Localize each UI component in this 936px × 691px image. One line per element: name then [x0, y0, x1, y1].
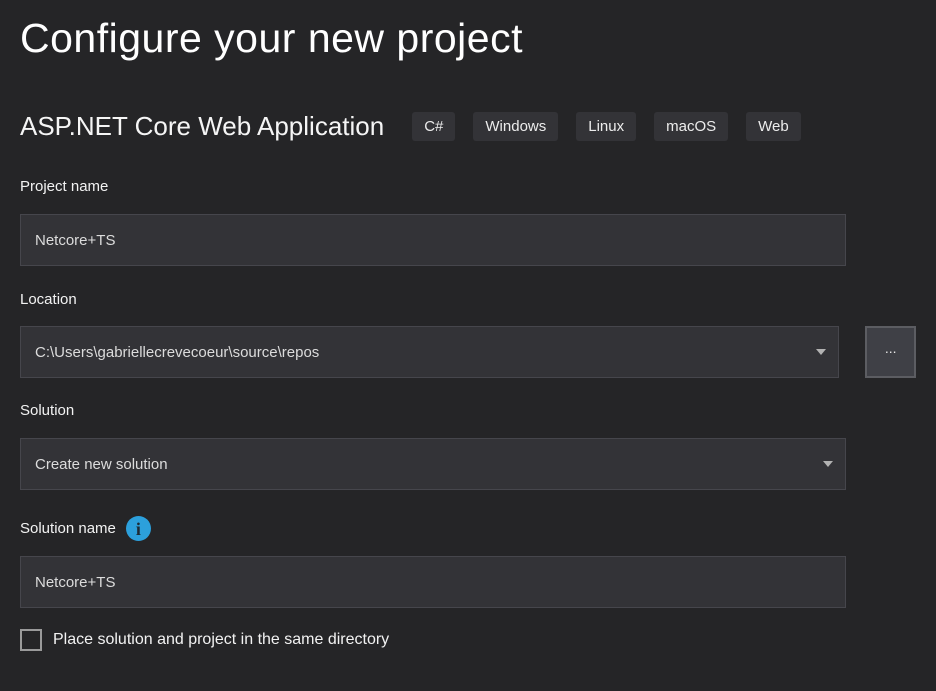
- solution-value: Create new solution: [35, 456, 168, 473]
- project-name-input[interactable]: [20, 214, 846, 266]
- chevron-down-icon[interactable]: [823, 461, 833, 467]
- tag-linux: Linux: [576, 112, 636, 141]
- info-icon[interactable]: [126, 516, 151, 541]
- tag-macos: macOS: [654, 112, 728, 141]
- solution-label: Solution: [20, 402, 916, 420]
- location-label: Location: [20, 291, 916, 309]
- configure-project-dialog: Configure your new project ASP.NET Core …: [0, 0, 936, 651]
- solution-name-label: Solution name: [20, 520, 116, 538]
- chevron-down-icon[interactable]: [816, 349, 826, 355]
- same-directory-row: Place solution and project in the same d…: [20, 629, 916, 651]
- browse-location-button[interactable]: ...: [865, 326, 916, 378]
- same-directory-checkbox[interactable]: [20, 629, 42, 651]
- solution-row: Create new solution: [20, 438, 916, 490]
- template-tag-list: C# Windows Linux macOS Web: [412, 112, 801, 141]
- same-directory-label: Place solution and project in the same d…: [53, 631, 389, 649]
- template-name: ASP.NET Core Web Application: [20, 111, 384, 141]
- location-row: C:\Users\gabriellecrevecoeur\source\repo…: [20, 326, 916, 378]
- solution-name-input[interactable]: [20, 556, 846, 608]
- tag-web: Web: [746, 112, 801, 141]
- template-header: ASP.NET Core Web Application C# Windows …: [20, 111, 916, 141]
- solution-name-label-row: Solution name: [20, 516, 916, 541]
- tag-csharp: C#: [412, 112, 455, 141]
- project-name-label: Project name: [20, 178, 916, 196]
- page-title: Configure your new project: [20, 14, 916, 63]
- location-value: C:\Users\gabriellecrevecoeur\source\repo…: [35, 344, 319, 361]
- solution-combobox[interactable]: Create new solution: [20, 438, 846, 490]
- location-combobox[interactable]: C:\Users\gabriellecrevecoeur\source\repo…: [20, 326, 839, 378]
- tag-windows: Windows: [473, 112, 558, 141]
